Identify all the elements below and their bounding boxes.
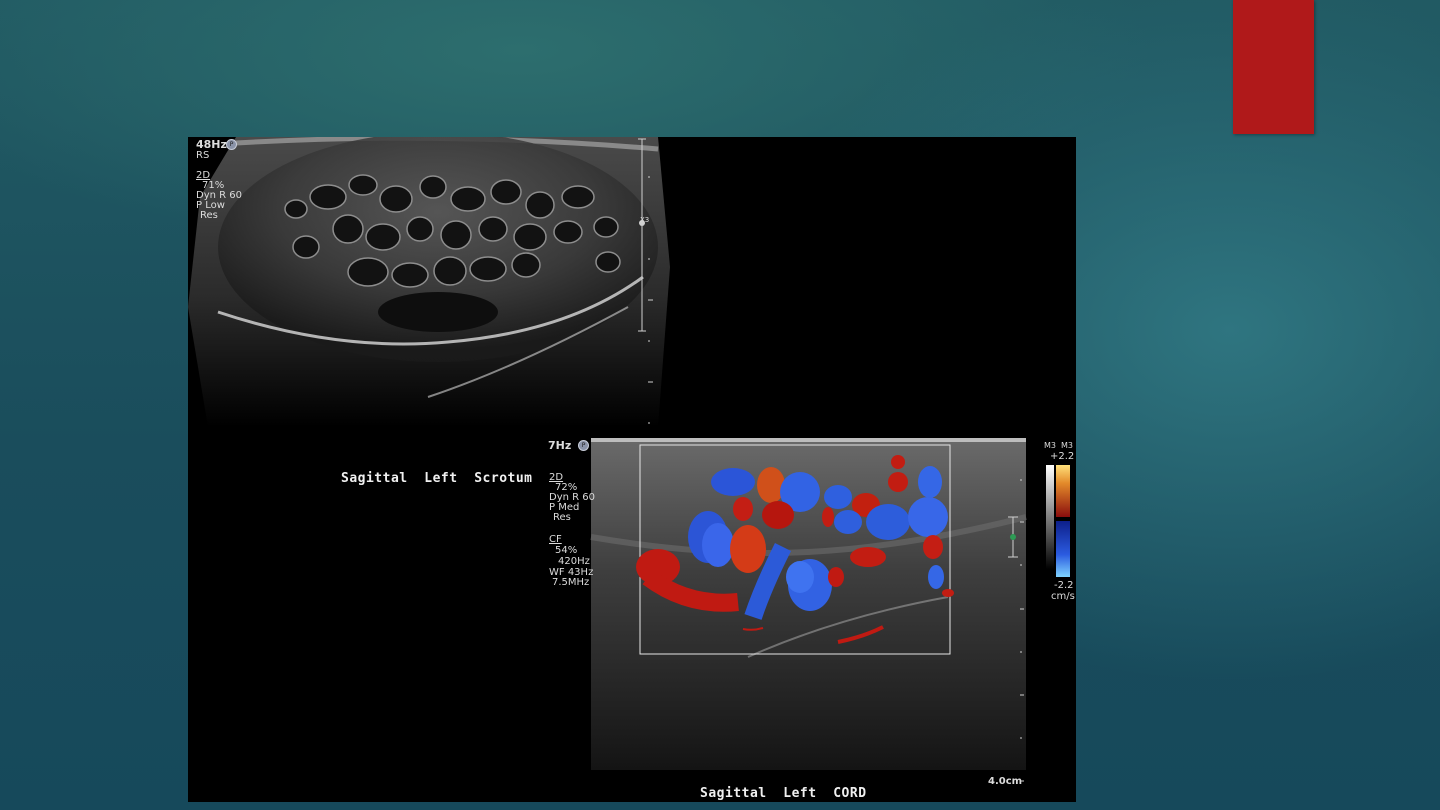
title-accent-bar xyxy=(1233,0,1314,134)
bottom-param-cf-gain: 54% xyxy=(555,545,578,556)
top-param-res: Res xyxy=(200,210,218,221)
top-mode: RS xyxy=(196,150,210,161)
scrotum-ultrasound-image xyxy=(188,137,1070,782)
color-scale-header-left: M3 xyxy=(1044,441,1056,450)
top-image-caption: Sagittal Left Scrotum xyxy=(341,471,533,486)
top-frame-rate: 48Hz xyxy=(196,138,227,151)
ultrasound-figure: 48Hz P RS 2D 71% Dyn R 60 P Low Res X3 S… xyxy=(188,137,1076,802)
bottom-probe-badge: P xyxy=(578,440,589,451)
color-scale-max: +2.2 xyxy=(1050,451,1075,462)
grayscale-map xyxy=(1046,465,1054,569)
color-scale-header-right: M3 xyxy=(1061,441,1073,450)
bottom-param-cf: CF xyxy=(549,534,562,545)
color-scale-positive xyxy=(1056,465,1070,517)
bottom-param-frequency: 7.5MHz xyxy=(552,577,590,588)
color-scale-negative xyxy=(1056,521,1070,577)
color-scale-unit: cm/s xyxy=(1051,591,1075,602)
bottom-param-prf: 420Hz xyxy=(558,556,590,567)
bottom-image-caption: Sagittal Left CORD xyxy=(700,786,867,801)
top-scale-marker: X3 xyxy=(640,216,650,224)
top-probe-badge: P xyxy=(226,139,237,150)
depth-readout: 4.0cm xyxy=(988,776,1023,787)
bottom-frame-rate: 7Hz xyxy=(548,439,572,452)
bottom-param-res: Res xyxy=(553,512,571,523)
color-scale-min: -2.2 xyxy=(1054,580,1074,591)
